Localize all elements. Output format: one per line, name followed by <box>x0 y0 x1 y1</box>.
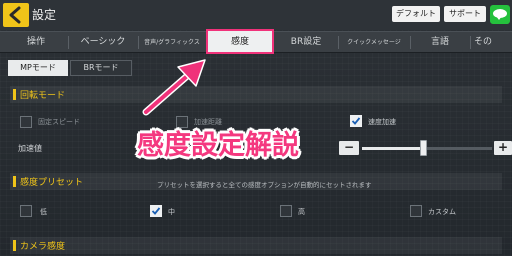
tab-basic[interactable]: ベーシック <box>70 32 136 53</box>
preset-hint-text: プリセットを選択すると全ての感度オプションが自動的にセットされます <box>157 181 372 189</box>
tab-language[interactable]: 言語 <box>412 32 468 53</box>
category-tabs: 操作 ベーシック 音声/グラフィックス 感度 BR設定 クイックメッセージ 言語… <box>0 29 512 54</box>
section-accent-bar <box>13 240 16 251</box>
back-arrow-icon <box>3 3 29 27</box>
section-title: 回転モード <box>20 91 66 101</box>
preset-mid-checkbox[interactable] <box>150 205 162 217</box>
accel-slider[interactable] <box>362 147 492 150</box>
subtab-mp-mode[interactable]: MPモード <box>8 60 68 76</box>
section-camera-sensitivity: カメラ感度 <box>10 237 502 254</box>
preset-mid-label: 中 <box>168 208 175 216</box>
tab-divider <box>138 36 139 49</box>
section-rotation-mode: 回転モード <box>10 86 502 103</box>
top-bar: 設定 デフォルト サポート <box>0 0 512 30</box>
tab-divider <box>68 36 69 49</box>
accel-minus-button[interactable]: − <box>339 141 359 155</box>
accel-plus-button[interactable]: + <box>494 141 512 155</box>
section-accent-bar <box>13 176 16 187</box>
tab-quick-message[interactable]: クイックメッセージ <box>340 32 408 53</box>
back-button[interactable] <box>2 2 30 28</box>
accel-value-label: 加速値 <box>18 144 42 153</box>
accel-distance-checkbox[interactable] <box>176 116 188 128</box>
tab-other[interactable]: その <box>474 32 512 53</box>
checkmark-icon <box>351 117 361 125</box>
speed-accel-label: 速度加速 <box>368 118 396 126</box>
accel-distance-label: 加速距離 <box>194 118 222 126</box>
accel-slider-thumb[interactable] <box>419 140 427 156</box>
support-button[interactable]: サポート <box>444 6 486 22</box>
tab-divider <box>410 36 411 49</box>
default-button[interactable]: デフォルト <box>392 6 440 22</box>
preset-high-label: 高 <box>298 208 305 216</box>
subtab-br-mode[interactable]: BRモード <box>70 60 132 76</box>
tab-controls[interactable]: 操作 <box>6 32 66 53</box>
preset-low-checkbox[interactable] <box>20 205 32 217</box>
preset-custom-label: カスタム <box>428 208 456 216</box>
section-title: カメラ感度 <box>20 242 66 252</box>
fixed-speed-checkbox[interactable] <box>20 116 32 128</box>
preset-high-checkbox[interactable] <box>280 205 292 217</box>
tab-audio-graphics[interactable]: 音声/グラフィックス <box>140 32 204 53</box>
preset-low-label: 低 <box>40 208 47 216</box>
checkmark-icon <box>151 207 161 215</box>
fixed-speed-label: 固定スピード <box>38 118 80 126</box>
preset-custom-checkbox[interactable] <box>410 205 422 217</box>
tab-br-settings[interactable]: BR設定 <box>276 32 336 53</box>
tab-sensitivity[interactable]: 感度 <box>206 29 274 54</box>
section-title: 感度プリセット <box>20 178 84 188</box>
line-app-icon[interactable] <box>490 5 510 24</box>
speed-accel-checkbox[interactable] <box>350 115 362 127</box>
overlay-caption: 感度設定解説 <box>137 130 299 161</box>
page-title: 設定 <box>32 8 57 22</box>
tab-divider <box>338 36 339 49</box>
tab-divider <box>470 36 471 49</box>
section-accent-bar <box>13 89 16 100</box>
accel-slider-fill <box>362 147 424 150</box>
